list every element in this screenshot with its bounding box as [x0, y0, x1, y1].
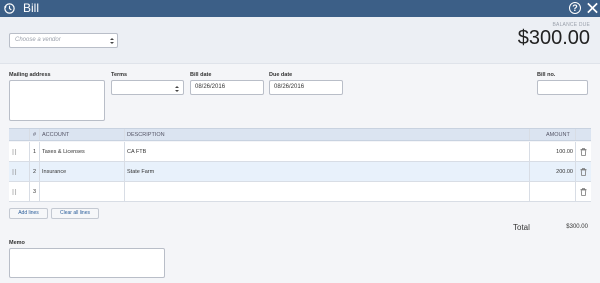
title-bar: Bill ? — [0, 0, 600, 17]
terms-label: Terms — [111, 72, 128, 78]
drag-handle-icon[interactable] — [12, 149, 17, 155]
bill-date-value: 08/26/2016 — [195, 84, 226, 90]
row-num: 2 — [33, 168, 37, 175]
table-header: # ACCOUNT DESCRIPTION AMOUNT — [9, 128, 591, 141]
bill-date-label: Bill date — [190, 72, 212, 78]
bill-no-field[interactable] — [537, 80, 588, 95]
memo-label: Memo — [9, 240, 25, 246]
total-value: $300.00 — [566, 224, 588, 230]
col-header-description: DESCRIPTION — [127, 131, 165, 138]
due-date-value: 08/26/2016 — [274, 84, 305, 90]
table-row[interactable]: 2 Insurance State Farm 200.00 — [9, 162, 591, 182]
bill-no-label: Bill no. — [537, 72, 556, 78]
drag-handle-icon[interactable] — [12, 169, 17, 175]
mailing-address-field[interactable] — [9, 80, 105, 121]
row-amount[interactable] — [529, 182, 573, 201]
row-num: 1 — [33, 148, 37, 155]
delete-row-icon[interactable] — [580, 148, 587, 156]
balance-due-amount: $300.00 — [517, 27, 590, 49]
vendor-placeholder: Choose a vendor — [15, 37, 61, 43]
col-header-amount: AMOUNT — [546, 131, 570, 138]
drag-handle-icon[interactable] — [12, 189, 17, 195]
close-icon[interactable] — [586, 1, 599, 15]
col-header-account: ACCOUNT — [42, 131, 70, 138]
row-account[interactable]: Insurance — [42, 162, 66, 181]
delete-row-icon[interactable] — [580, 188, 587, 196]
recent-transactions-icon[interactable] — [3, 2, 16, 15]
memo-field[interactable] — [9, 248, 165, 278]
terms-select[interactable] — [111, 80, 184, 95]
help-icon[interactable]: ? — [569, 2, 581, 14]
select-caret-icon — [175, 86, 179, 92]
total-label: Total — [513, 223, 530, 232]
add-lines-button[interactable]: Add lines — [9, 208, 48, 219]
bill-date-field[interactable]: 08/26/2016 — [190, 80, 264, 95]
vendor-select[interactable]: Choose a vendor — [9, 33, 118, 48]
table-row[interactable]: 1 Taxes & Licenses CA FTB 100.00 — [9, 142, 591, 162]
row-account[interactable]: Taxes & Licenses — [42, 142, 85, 161]
window-title: Bill — [23, 1, 40, 15]
due-date-label: Due date — [269, 72, 293, 78]
table-row[interactable]: 3 — [9, 182, 591, 202]
select-caret-icon — [110, 38, 114, 44]
row-amount[interactable]: 100.00 — [529, 142, 573, 161]
due-date-field[interactable]: 08/26/2016 — [269, 80, 343, 95]
row-num: 3 — [33, 188, 37, 195]
row-description[interactable]: CA FTB — [127, 142, 146, 161]
delete-row-icon[interactable] — [580, 168, 587, 176]
clear-all-lines-button[interactable]: Clear all lines — [51, 208, 99, 219]
col-header-num: # — [33, 131, 37, 138]
row-amount[interactable]: 200.00 — [529, 162, 573, 181]
row-description[interactable]: State Farm — [127, 162, 154, 181]
mailing-address-label: Mailing address — [9, 72, 51, 78]
